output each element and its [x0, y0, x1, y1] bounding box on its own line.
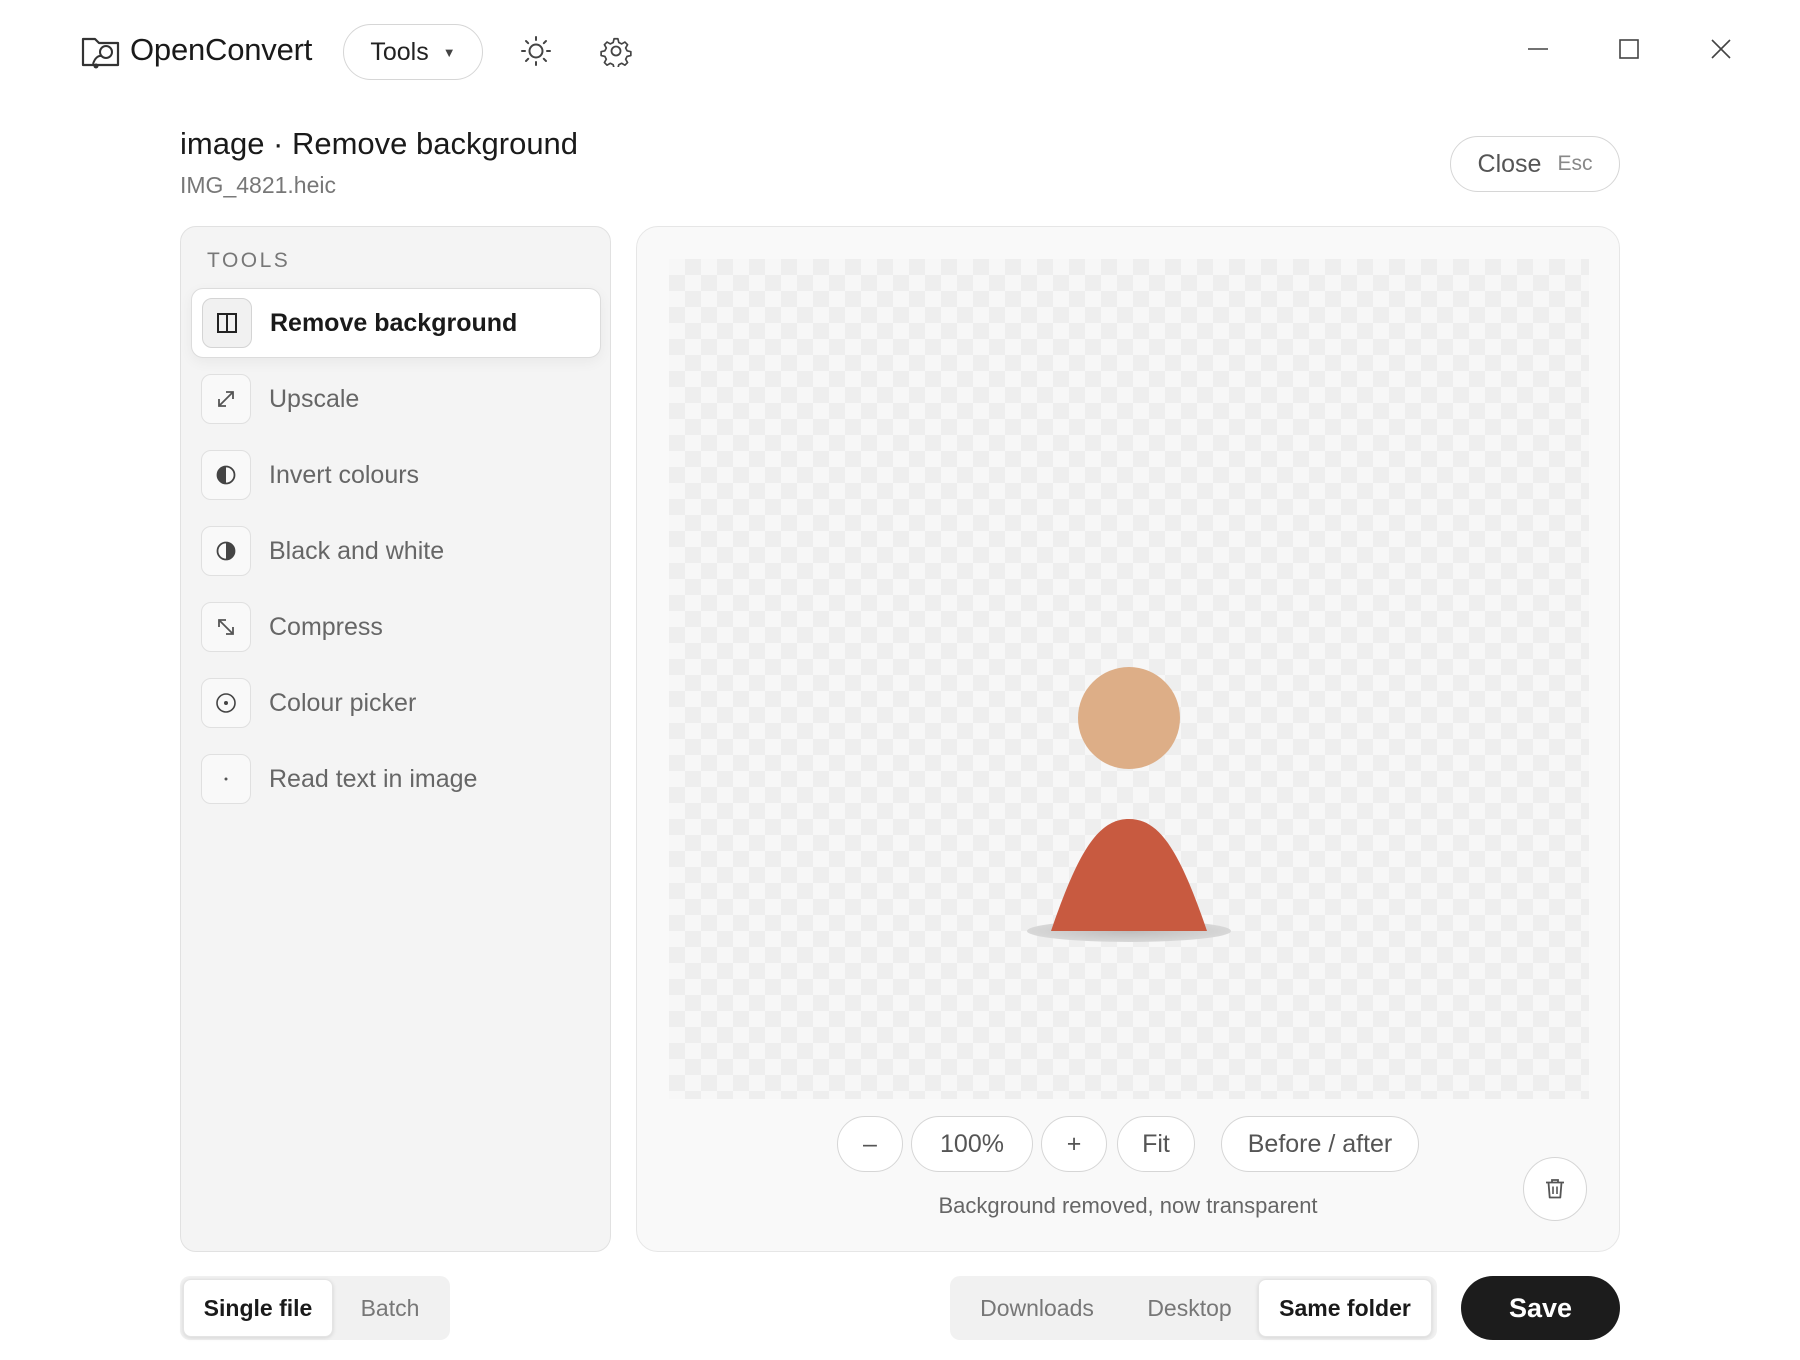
tools-menu-button[interactable]: Tools ▼ — [343, 24, 483, 80]
close-window-button[interactable] — [1696, 24, 1746, 74]
zoom-toolbar: – 100% + Fit Before / after — [637, 1116, 1619, 1172]
minimize-icon — [1528, 48, 1548, 50]
expand-diagonal-icon — [201, 374, 251, 424]
tool-black-and-white[interactable]: Black and white — [191, 516, 601, 586]
settings-button[interactable] — [593, 28, 639, 74]
target-dot-icon — [201, 678, 251, 728]
before-after-button[interactable]: Before / after — [1221, 1116, 1419, 1172]
maximize-icon — [1619, 39, 1639, 59]
tool-label: Invert colours — [269, 460, 420, 489]
delete-button[interactable] — [1523, 1157, 1587, 1221]
transparency-canvas[interactable] — [669, 259, 1589, 1099]
destination-desktop[interactable]: Desktop — [1121, 1279, 1258, 1337]
compress-diagonal-icon — [201, 602, 251, 652]
tool-invert-colours[interactable]: Invert colours — [191, 440, 601, 510]
tool-label: Read text in image — [269, 764, 478, 793]
tool-label: Black and white — [269, 536, 445, 565]
app-logo-icon — [80, 30, 122, 72]
tool-colour-picker[interactable]: Colour picker — [191, 668, 601, 738]
close-shortcut: Esc — [1557, 152, 1593, 175]
minimize-button[interactable] — [1513, 24, 1563, 74]
status-text: Background removed, now transparent — [938, 1193, 1318, 1218]
destination-same-folder[interactable]: Same folder — [1258, 1279, 1432, 1337]
dot-icon — [201, 754, 251, 804]
subject-head — [1078, 667, 1180, 769]
page-title: image · Remove background — [180, 126, 579, 161]
image-subject — [1027, 667, 1231, 942]
destination-toggle: Downloads Desktop Same folder — [950, 1276, 1437, 1340]
mode-single-file[interactable]: Single file — [183, 1279, 333, 1337]
maximize-button[interactable] — [1604, 24, 1654, 74]
zoom-out-button[interactable]: – — [837, 1116, 903, 1172]
theme-toggle-button[interactable] — [513, 28, 559, 74]
tools-menu-label: Tools — [370, 37, 429, 66]
trash-icon — [1546, 1179, 1564, 1199]
sun-icon — [521, 36, 551, 66]
tools-heading: TOOLS — [207, 249, 291, 272]
save-button[interactable]: Save — [1461, 1276, 1620, 1340]
contrast-icon — [201, 526, 251, 576]
app-title: OpenConvert — [130, 32, 313, 67]
tool-read-text-in-image[interactable]: Read text in image — [191, 744, 601, 814]
tool-compress[interactable]: Compress — [191, 592, 601, 662]
file-name: IMG_4821.heic — [180, 172, 336, 198]
tool-label: Upscale — [269, 384, 360, 413]
subject-body — [1051, 819, 1207, 931]
preview-panel: – 100% + Fit Before / after Background r… — [636, 226, 1620, 1252]
zoom-in-button[interactable]: + — [1041, 1116, 1107, 1172]
split-square-icon — [202, 298, 252, 348]
close-tool-button[interactable]: Close Esc — [1450, 136, 1620, 192]
tool-label: Remove background — [270, 308, 518, 337]
fit-button[interactable]: Fit — [1117, 1116, 1195, 1172]
half-circle-icon — [201, 450, 251, 500]
caret-down-icon: ▼ — [442, 44, 456, 60]
mode-batch[interactable]: Batch — [333, 1279, 447, 1337]
close-icon — [1711, 39, 1731, 59]
tool-remove-background[interactable]: Remove background — [191, 288, 601, 358]
gear-icon — [600, 37, 632, 67]
tool-upscale[interactable]: Upscale — [191, 364, 601, 434]
close-label: Close — [1477, 149, 1542, 178]
tool-label: Compress — [269, 612, 383, 641]
destination-downloads[interactable]: Downloads — [953, 1279, 1121, 1337]
mode-toggle: Single file Batch — [180, 1276, 450, 1340]
tools-panel: TOOLS Remove background Upscale Invert c… — [180, 226, 611, 1252]
zoom-level[interactable]: 100% — [911, 1116, 1033, 1172]
tool-label: Colour picker — [269, 688, 417, 717]
